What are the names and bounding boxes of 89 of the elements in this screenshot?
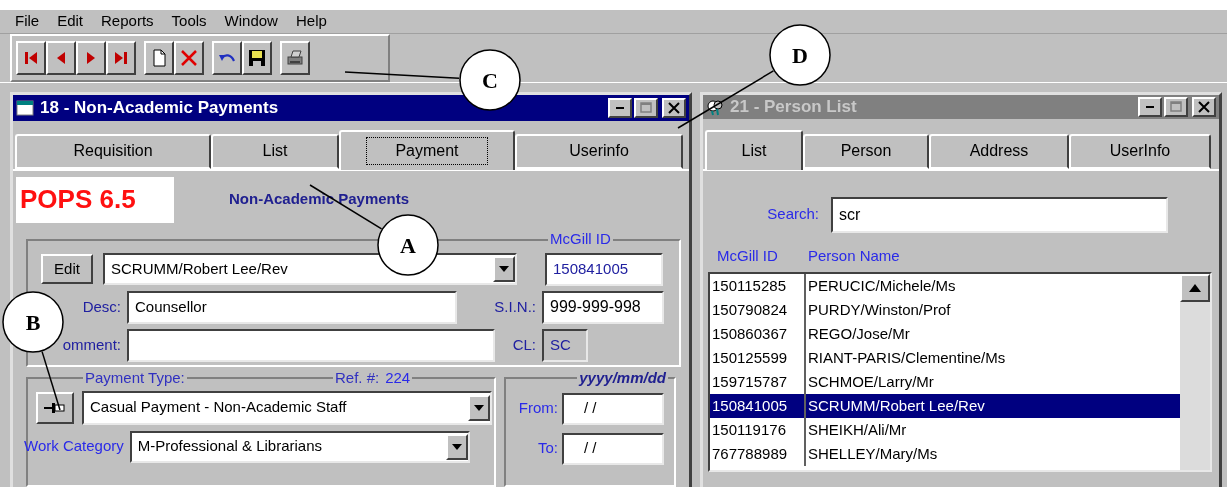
date-field[interactable]: / / <box>562 432 664 465</box>
callout-marker: C <box>459 49 521 111</box>
input-field[interactable]: Counsellor <box>127 290 457 324</box>
caret-icon <box>474 404 484 411</box>
menu-item[interactable]: Help <box>295 10 327 33</box>
list-row[interactable]: 150125599 RIANT-PARIS/Clementine/Ms <box>710 345 1180 370</box>
scrollbar[interactable] <box>1180 273 1210 470</box>
column-header: McGill ID <box>717 245 779 266</box>
date-field[interactable]: / / <box>562 392 664 425</box>
field-label: Work Category <box>24 436 124 457</box>
menu-item[interactable]: Window <box>224 10 278 33</box>
menu-item[interactable]: Edit <box>57 10 84 33</box>
toolbar-button[interactable] <box>174 40 204 75</box>
window-title: 21 - Person List <box>730 95 858 118</box>
input-field[interactable]: SC <box>542 328 588 362</box>
maximize-icon <box>638 99 654 116</box>
window-control-button[interactable] <box>1192 96 1216 117</box>
menu-item[interactable]: Reports <box>101 10 154 33</box>
delete-icon <box>180 48 198 67</box>
caret-icon <box>451 443 462 450</box>
window-control-button[interactable] <box>662 97 686 118</box>
list-row[interactable]: 767788989 SHELLEY/Mary/Ms <box>710 441 1180 466</box>
toolbar-button[interactable] <box>46 40 76 75</box>
field-label: Ref. #: <box>335 367 380 388</box>
toolbar-button[interactable] <box>106 40 136 75</box>
people-icon <box>706 97 724 116</box>
tab[interactable]: Userinfo <box>515 133 683 169</box>
field-label: S.I.N.: <box>494 296 536 317</box>
field-label: Search: <box>767 204 819 225</box>
callout-marker: D <box>769 24 831 86</box>
tab[interactable]: Payment <box>339 129 515 170</box>
app-logo: POPS 6.5 <box>16 176 174 223</box>
list-row[interactable]: 150860367 REGO/Jose/Mr <box>710 321 1180 346</box>
toolbar-button[interactable] <box>242 40 272 75</box>
menu-item[interactable]: File <box>15 10 40 33</box>
tab[interactable]: Person <box>803 133 929 169</box>
field-label: To: <box>538 438 558 459</box>
close-icon <box>666 99 682 116</box>
window-control-button[interactable] <box>1138 96 1162 117</box>
list-row[interactable]: 150119176 SHEIKH/Ali/Mr <box>710 417 1180 442</box>
scroll-up-icon[interactable] <box>1189 283 1201 292</box>
window-control-button[interactable] <box>608 97 632 118</box>
dropdown[interactable]: SCRUMM/Robert Lee/Rev <box>103 253 517 285</box>
input-field[interactable]: 150841005 <box>545 252 663 286</box>
toolbar-button[interactable] <box>76 40 106 75</box>
leader-line <box>41 350 61 411</box>
edit-button[interactable]: Edit <box>41 254 93 284</box>
window-icon <box>16 99 34 116</box>
tab[interactable]: List <box>705 129 803 170</box>
field-label: Desc: <box>82 296 121 317</box>
toolbar-button[interactable] <box>212 40 242 75</box>
caret-icon <box>499 266 509 272</box>
list-row[interactable]: 150115285 PERUCIC/Michele/Ms <box>710 273 1180 298</box>
toolbar-button[interactable] <box>280 40 310 75</box>
input-field[interactable]: 999-999-998 <box>542 290 664 324</box>
field-label: omment: <box>62 334 121 355</box>
menu-item[interactable]: Tools <box>171 10 207 33</box>
maximize-icon <box>1168 98 1184 115</box>
undo-icon <box>219 53 235 62</box>
field-label: CL: <box>512 334 536 355</box>
form-heading: Non-Academic Payments <box>229 189 410 210</box>
list-row[interactable]: 150841005 SCRUMM/Robert Lee/Rev <box>710 393 1180 418</box>
printer-icon <box>286 48 304 67</box>
pin-button[interactable] <box>36 391 74 424</box>
tab[interactable]: UserInfo <box>1069 133 1211 169</box>
search-field[interactable]: scr <box>831 196 1168 233</box>
dropdown[interactable]: M-Professional & Librarians <box>129 430 470 463</box>
toolbar-button[interactable] <box>16 40 46 75</box>
callout-marker: A <box>377 214 439 276</box>
tab[interactable]: Address <box>929 133 1069 169</box>
tab[interactable]: Requisition <box>15 133 211 169</box>
save-icon <box>248 48 266 67</box>
dropdown[interactable]: Casual Payment - Non-Academic Staff <box>82 390 492 425</box>
window-title: 18 - Non-Academic Payments <box>40 96 280 119</box>
minimize-icon <box>616 106 624 109</box>
reference-number: 224 <box>385 367 411 388</box>
minimize-icon <box>1146 105 1154 108</box>
close-icon <box>1196 98 1212 115</box>
column-header: Person Name <box>808 245 900 266</box>
window-control-button[interactable] <box>634 97 658 118</box>
callout-marker: B <box>2 291 64 353</box>
list-row[interactable]: 150790824 PURDY/Winston/Prof <box>710 297 1180 322</box>
window-control-button[interactable] <box>1164 96 1188 117</box>
pushpin-icon <box>44 400 66 415</box>
field-label: From: <box>518 398 558 419</box>
input-field[interactable] <box>127 328 495 362</box>
tab[interactable]: List <box>211 133 339 169</box>
toolbar-button[interactable] <box>144 40 174 75</box>
new-document-icon <box>150 48 168 67</box>
